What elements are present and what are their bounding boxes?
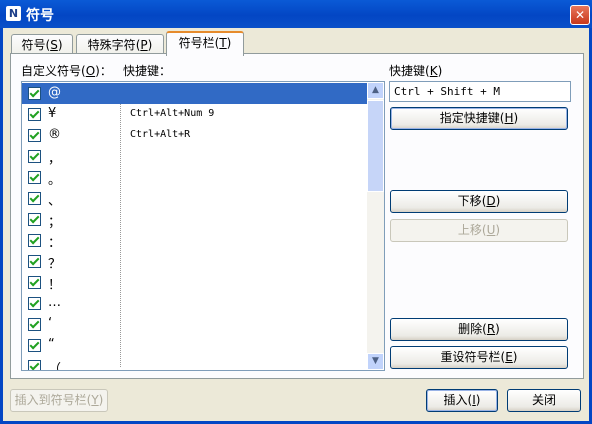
custom-symbols-label: 自定义符号(O)： (21, 64, 112, 78)
scroll-up-button[interactable]: ▲ (367, 82, 384, 99)
assign-shortcut-label: 指定快捷键 (439, 111, 500, 125)
list-item[interactable]: （ (22, 356, 367, 371)
item-checkbox[interactable] (28, 276, 41, 289)
item-checkbox[interactable] (28, 192, 41, 205)
list-item[interactable]: @ (22, 83, 367, 104)
item-symbol: @ (48, 85, 61, 100)
window-frame-left (0, 28, 3, 424)
reset-label: 重设符号栏 (440, 350, 501, 364)
move-down-accel: D (486, 194, 496, 208)
item-checkbox[interactable] (28, 171, 41, 184)
item-checkbox[interactable] (28, 339, 41, 352)
scroll-down-button[interactable]: ▼ (367, 353, 384, 370)
move-up-accel: U (486, 223, 496, 237)
custom-symbols-accel: O (85, 64, 96, 78)
title-bar: N 符号 ✕ (0, 0, 592, 28)
assign-shortcut-accel: H (504, 111, 514, 125)
tab-special-characters[interactable]: 特殊字符(P) (76, 34, 164, 55)
item-shortcut: Ctrl+Alt+R (130, 129, 191, 140)
reset-symbol-bar-button[interactable]: 重设符号栏(E) (390, 346, 568, 369)
list-item[interactable]: ‘ (22, 314, 367, 335)
item-symbol: 、 (48, 194, 62, 209)
delete-label: 删除 (458, 322, 483, 336)
window-title: 符号 (26, 8, 54, 24)
item-symbol: ： (48, 236, 62, 251)
item-checkbox[interactable] (28, 360, 41, 370)
shortcut-input[interactable]: Ctrl + Shift + M (389, 81, 571, 102)
item-checkbox[interactable] (28, 297, 41, 310)
delete-button[interactable]: 删除(R) (390, 318, 568, 341)
insert-label: 插入 (443, 393, 468, 407)
item-checkbox[interactable] (28, 255, 41, 268)
list-item[interactable]: ！ (22, 272, 367, 293)
list-item[interactable]: ； (22, 209, 367, 230)
list-scrollbar[interactable]: ▲ ▼ (367, 82, 384, 370)
assign-shortcut-button[interactable]: 指定快捷键(H) (390, 107, 568, 130)
item-symbol: ® (48, 127, 61, 142)
item-symbol: ？ (48, 257, 62, 272)
tab-symbol-bar[interactable]: 符号栏(T) (166, 31, 244, 56)
shortcut-label-text: 快捷键 (389, 64, 426, 78)
list-item[interactable]: … (22, 293, 367, 314)
item-checkbox[interactable] (28, 213, 41, 226)
list-item[interactable]: ® Ctrl+Alt+R (22, 125, 367, 146)
shortcut-label-accel: K (429, 64, 438, 78)
reset-accel: E (505, 350, 513, 364)
insert-to-symbol-bar-button[interactable]: 插入到符号栏(Y) (10, 389, 108, 412)
list-item[interactable]: ： (22, 230, 367, 251)
move-down-button[interactable]: 下移(D) (390, 190, 568, 213)
tab-symbols-label: 符号 (21, 38, 46, 52)
close-window-button[interactable]: ✕ (570, 5, 590, 25)
item-checkbox[interactable] (28, 108, 41, 121)
item-checkbox[interactable] (28, 87, 41, 100)
tab-special-accel: P (140, 38, 148, 52)
item-checkbox[interactable] (28, 150, 41, 163)
item-symbol: ¥ (48, 106, 57, 121)
tab-symbols-accel: S (50, 38, 58, 52)
move-up-label: 上移 (457, 223, 482, 237)
insert-button[interactable]: 插入(I) (426, 389, 498, 412)
item-symbol: ！ (48, 278, 62, 293)
insert-to-bar-label: 插入到符号栏 (14, 393, 87, 407)
item-shortcut: Ctrl+Alt+Num 9 (130, 108, 215, 119)
list-item[interactable]: ， (22, 146, 367, 167)
item-checkbox[interactable] (28, 234, 41, 247)
list-item[interactable]: “ (22, 335, 367, 356)
tab-special-label: 特殊字符 (87, 38, 136, 52)
move-up-button[interactable]: 上移(U) (390, 219, 568, 242)
shortcut-label: 快捷键(K) (389, 64, 443, 78)
close-button[interactable]: 关闭 (507, 389, 581, 412)
item-symbol: ， (48, 152, 62, 167)
item-symbol: ‘ (48, 316, 53, 331)
item-checkbox[interactable] (28, 129, 41, 142)
item-symbol: ； (48, 215, 62, 230)
move-down-label: 下移 (457, 194, 482, 208)
list-item[interactable]: ？ (22, 251, 367, 272)
shortcut-column-label: 快捷键： (123, 64, 172, 78)
item-symbol: “ (48, 337, 55, 352)
insert-to-bar-accel: Y (91, 393, 99, 407)
app-icon: N (6, 6, 21, 21)
tab-symbol-bar-label: 符号栏 (178, 36, 215, 50)
item-symbol: （ (48, 362, 62, 371)
list-item[interactable]: 、 (22, 188, 367, 209)
item-symbol: … (48, 295, 61, 310)
tab-symbols[interactable]: 符号(S) (11, 34, 73, 55)
list-item[interactable]: ¥ Ctrl+Alt+Num 9 (22, 104, 367, 125)
custom-symbols-text: 自定义符号 (21, 64, 82, 78)
item-symbol: 。 (48, 173, 62, 188)
delete-accel: R (486, 322, 496, 336)
symbol-list[interactable]: @ ¥ Ctrl+Alt+Num 9 ® Ctrl+Alt+R ， 。、 ； ： ？ ！ … ‘ “ （ ▲… (21, 81, 385, 371)
item-checkbox[interactable] (28, 318, 41, 331)
insert-accel: I (472, 393, 476, 407)
scroll-thumb[interactable] (367, 100, 384, 192)
list-item[interactable]: 。 (22, 167, 367, 188)
tab-symbol-bar-accel: T (219, 36, 227, 50)
